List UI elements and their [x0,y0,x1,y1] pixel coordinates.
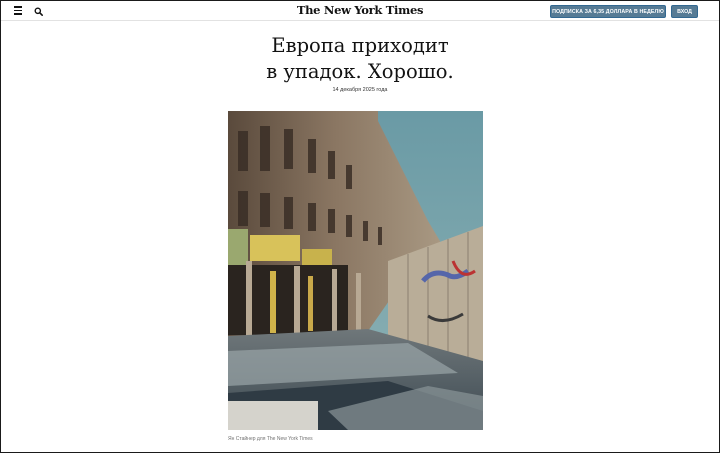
subscribe-button[interactable]: ПОДПИСКА ЗА 6,35 ДОЛЛАРА В НЕДЕЛЮ [550,5,666,18]
article-date: 14 декабря 2025 года [332,87,388,93]
top-bar: The New York Times ПОДПИСКА ЗА 6,35 ДОЛЛ… [1,1,719,21]
photo-credit: Ян Стайнер для The New York Times [228,436,313,442]
login-button[interactable]: ВХОД [671,5,698,18]
article-photo [228,111,483,430]
headline-line-1: Европа приходит [271,34,449,57]
article-headline: Европа приходит в упадок. Хорошо. [0,33,720,85]
headline-line-2: в упадок. Хорошо. [266,60,454,83]
